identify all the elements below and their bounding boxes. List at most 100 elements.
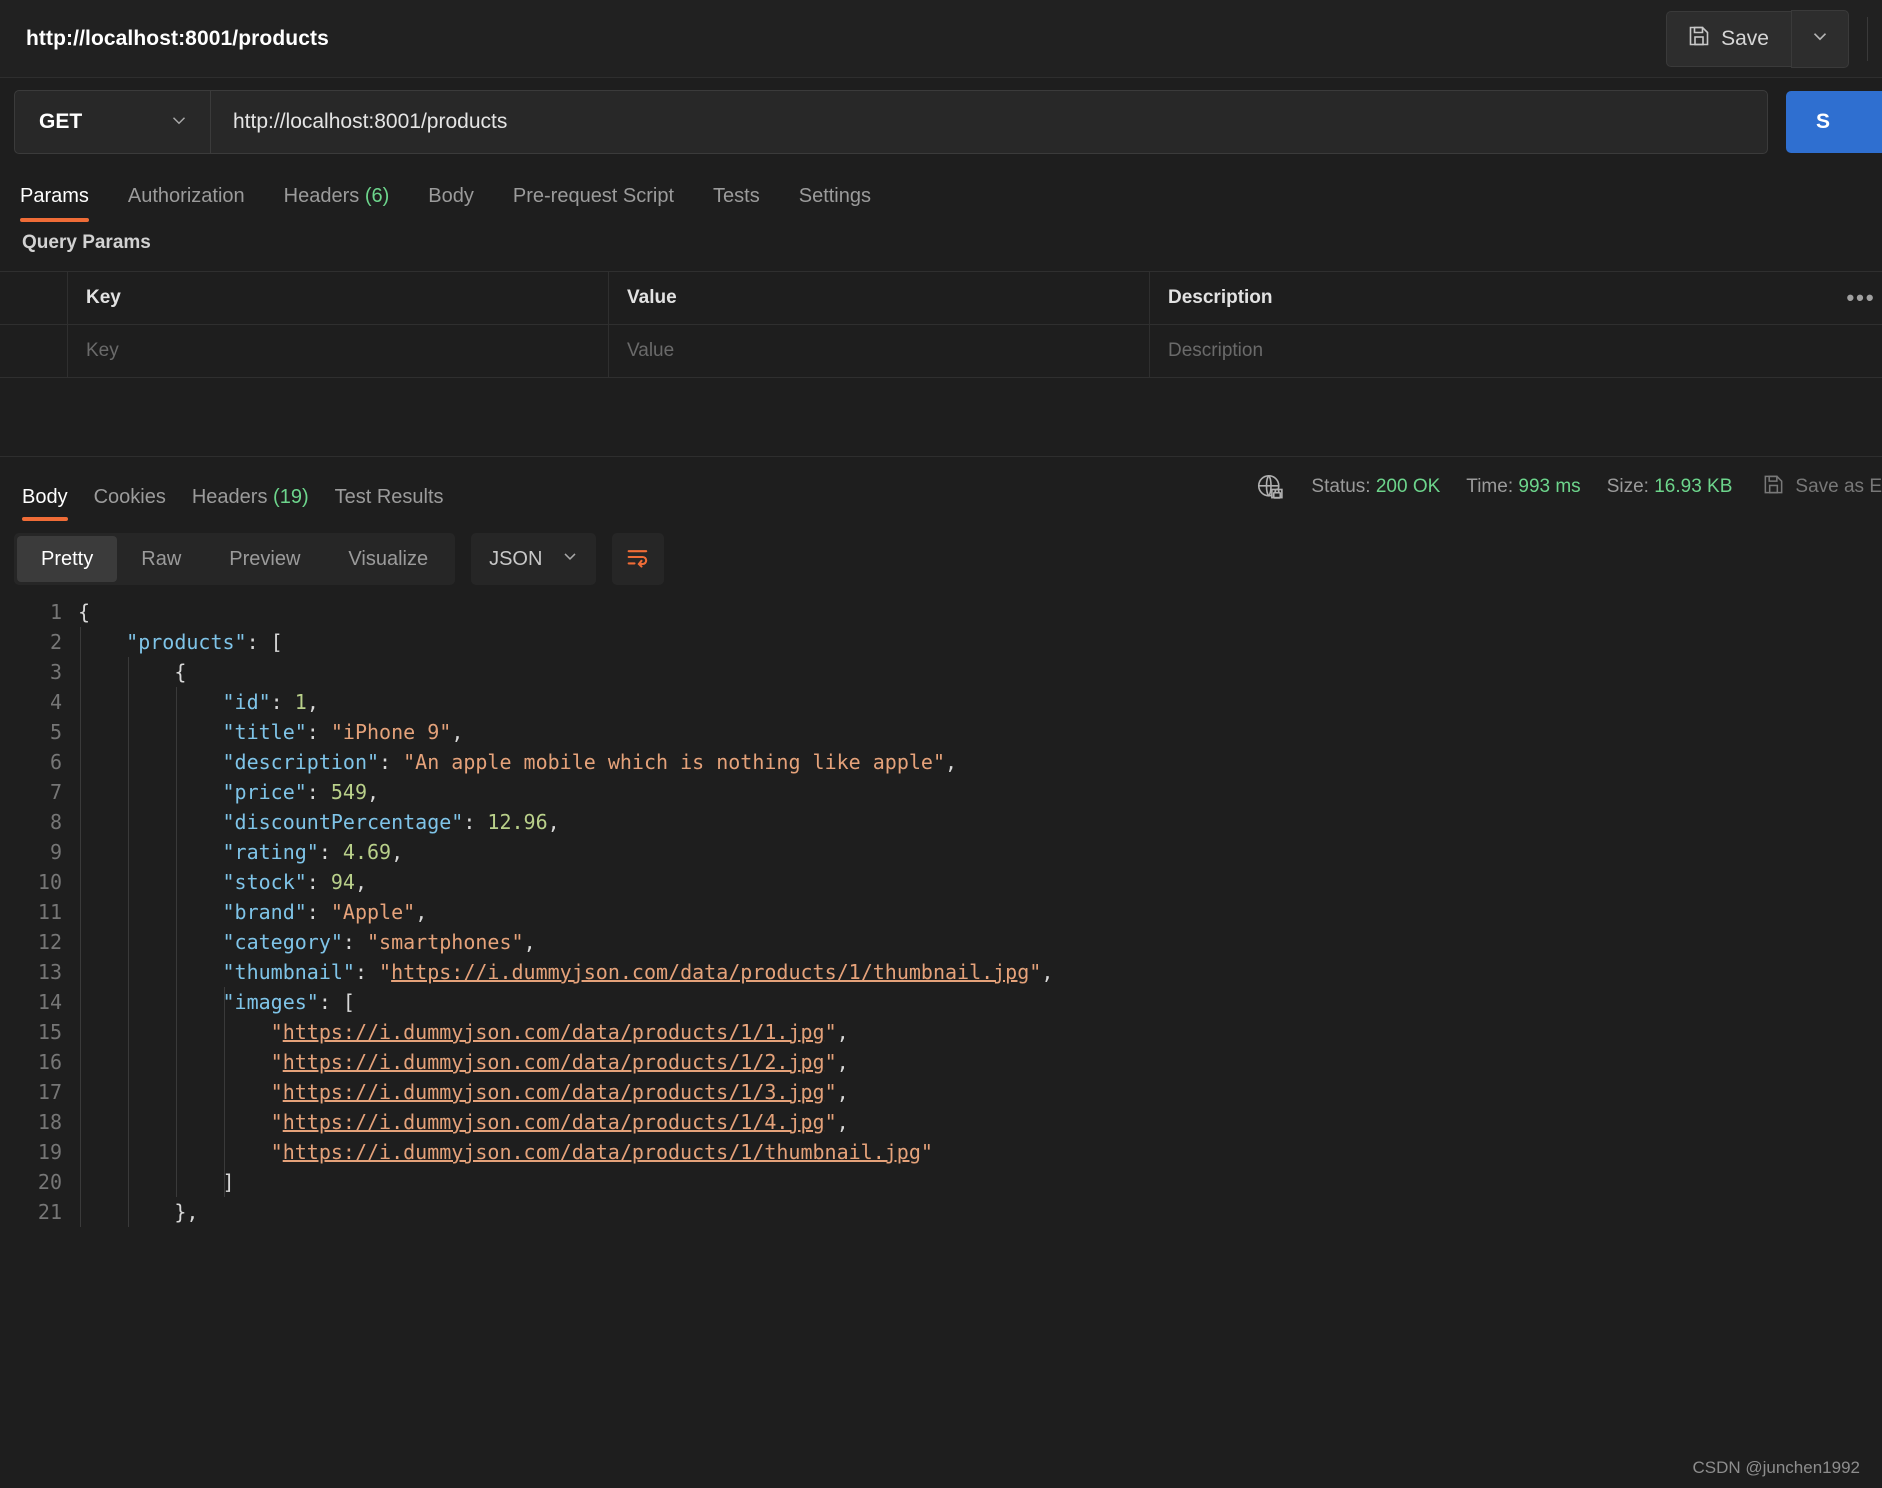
- code-line-numbers: 1 2 3 4 5 6 7 8 9 10 11 12 13 14 15 16 17 18 19 20 21: [0, 597, 78, 1227]
- code-link[interactable]: https://i.dummyjson.com/data/products/1/…: [283, 1110, 825, 1134]
- http-method-select[interactable]: GET: [15, 91, 211, 153]
- tab-authorization-label: Authorization: [127, 185, 245, 207]
- line-number: 17: [37, 1080, 62, 1104]
- line-number: 21: [37, 1200, 62, 1224]
- response-tab-body[interactable]: Body: [22, 486, 68, 521]
- code-token: :: [306, 870, 331, 894]
- line-number: 5: [49, 720, 62, 744]
- indent-guide: [128, 657, 130, 1227]
- tab-pre-request-script[interactable]: Pre-request Script: [513, 185, 696, 222]
- indent-guide: [80, 627, 81, 1227]
- code-token: "Apple": [330, 900, 416, 924]
- request-tabs: Params Authorization Headers (6) Body Pr…: [0, 166, 1882, 222]
- code-token: 549: [330, 780, 368, 804]
- tab-headers-label: Headers: [283, 185, 360, 207]
- code-line: "https://i.dummyjson.com/data/products/1…: [78, 1137, 1882, 1167]
- send-button[interactable]: S: [1786, 91, 1882, 153]
- save-as-example-button[interactable]: Save as E: [1762, 473, 1882, 502]
- code-token: ": [270, 1020, 283, 1044]
- response-body-code-viewer[interactable]: 1 2 3 4 5 6 7 8 9 10 11 12 13 14 15 16 17 18 19 20 21 { "pro…: [0, 597, 1882, 1227]
- response-header: Body Cookies Headers (19) Test Results S…: [0, 457, 1882, 521]
- row-actions: [1822, 325, 1882, 377]
- code-link[interactable]: https://i.dummyjson.com/data/products/1/…: [283, 1140, 921, 1164]
- code-token: "iPhone 9": [330, 720, 452, 744]
- bulk-edit-button[interactable]: •••: [1822, 272, 1882, 324]
- code-link[interactable]: https://i.dummyjson.com/data/products/1/…: [391, 960, 1029, 984]
- response-meta: Status: 200 OK Time: 993 ms Size: 16.93 …: [1245, 472, 1882, 506]
- wrap-lines-button[interactable]: [612, 533, 665, 585]
- code-line: "discountPercentage": 12.96,: [78, 807, 1882, 837]
- save-options-dropdown[interactable]: [1791, 9, 1849, 68]
- params-empty-space: [0, 378, 1882, 456]
- toolbar-divider: [1867, 16, 1868, 61]
- floppy-disk-icon: [1687, 24, 1711, 53]
- line-number: 12: [37, 930, 62, 954]
- watermark: CSDN @junchen1992: [1692, 1458, 1860, 1477]
- line-number: 16: [37, 1050, 62, 1074]
- view-mode-visualize[interactable]: Visualize: [324, 536, 452, 582]
- code-token: ": [824, 1080, 837, 1104]
- code-token: ,: [1041, 960, 1054, 984]
- view-mode-raw[interactable]: Raw: [117, 536, 205, 582]
- response-tab-headers-label: Headers: [191, 486, 268, 508]
- globe-lock-icon[interactable]: [1255, 472, 1285, 502]
- param-value-input[interactable]: Value: [609, 325, 1150, 377]
- code-token: ,: [451, 720, 464, 744]
- request-url-row: GET http://localhost:8001/products S: [0, 78, 1882, 166]
- code-link[interactable]: https://i.dummyjson.com/data/products/1/…: [283, 1020, 825, 1044]
- indent-guide: [176, 687, 178, 1197]
- view-mode-pretty[interactable]: Pretty: [17, 536, 118, 582]
- code-token: :: [379, 750, 404, 774]
- code-token: ": [270, 1140, 283, 1164]
- line-number: 14: [37, 990, 62, 1014]
- response-tab-cookies[interactable]: Cookies: [94, 486, 166, 521]
- code-content[interactable]: { "products": [ { "id": 1, "title": "iPh…: [78, 597, 1882, 1227]
- code-token: "discountPercentage": [222, 810, 464, 834]
- line-number: 4: [49, 690, 62, 714]
- code-token: :: [306, 720, 331, 744]
- code-line: "products": [: [78, 627, 1882, 657]
- line-number: 1: [49, 600, 62, 624]
- code-token: "An apple mobile which is nothing like a…: [403, 750, 945, 774]
- code-token: : [: [246, 630, 283, 654]
- tab-settings[interactable]: Settings: [799, 185, 893, 222]
- view-mode-preview[interactable]: Preview: [205, 536, 324, 582]
- code-line: "description": "An apple mobile which is…: [78, 747, 1882, 777]
- code-line: "https://i.dummyjson.com/data/products/1…: [78, 1107, 1882, 1137]
- request-url-input[interactable]: http://localhost:8001/products: [211, 91, 1767, 153]
- request-tab-title[interactable]: http://localhost:8001/products: [26, 27, 329, 51]
- code-token: :: [342, 930, 368, 954]
- code-link[interactable]: https://i.dummyjson.com/data/products/1/…: [283, 1050, 825, 1074]
- code-token: {: [174, 660, 187, 684]
- code-line: "price": 549,: [78, 777, 1882, 807]
- tab-params[interactable]: Params: [20, 185, 111, 222]
- indent-guide: [224, 987, 226, 1197]
- chevron-down-icon: [1809, 25, 1831, 52]
- tab-tests[interactable]: Tests: [713, 185, 782, 222]
- param-description-input[interactable]: Description: [1150, 325, 1822, 377]
- response-tab-headers-count: (19): [273, 486, 309, 508]
- response-format-label: JSON: [489, 547, 543, 570]
- code-token: ,: [547, 810, 560, 834]
- tab-body[interactable]: Body: [428, 185, 496, 222]
- response-tab-headers[interactable]: Headers (19): [192, 486, 309, 521]
- response-format-select[interactable]: JSON: [471, 533, 597, 585]
- tab-authorization[interactable]: Authorization: [128, 185, 267, 222]
- code-token: ,: [836, 1110, 849, 1134]
- code-token: ,: [523, 930, 536, 954]
- code-token: ,: [306, 690, 319, 714]
- response-view-toolbar: Pretty Raw Preview Visualize JSON: [0, 521, 1882, 597]
- response-tab-cookies-label: Cookies: [93, 486, 166, 508]
- tab-settings-label: Settings: [798, 185, 871, 207]
- code-token: : [: [318, 990, 355, 1014]
- response-tab-test-results[interactable]: Test Results: [335, 486, 444, 521]
- code-token: ,: [836, 1080, 849, 1104]
- code-token: "id": [222, 690, 271, 714]
- row-checkbox-cell[interactable]: [0, 325, 68, 377]
- select-all-checkbox-cell[interactable]: [0, 272, 68, 324]
- code-link[interactable]: https://i.dummyjson.com/data/products/1/…: [283, 1080, 825, 1104]
- tab-headers[interactable]: Headers (6): [284, 185, 412, 222]
- save-button[interactable]: Save: [1666, 10, 1791, 67]
- param-key-input[interactable]: Key: [68, 325, 609, 377]
- code-token: 94: [330, 870, 355, 894]
